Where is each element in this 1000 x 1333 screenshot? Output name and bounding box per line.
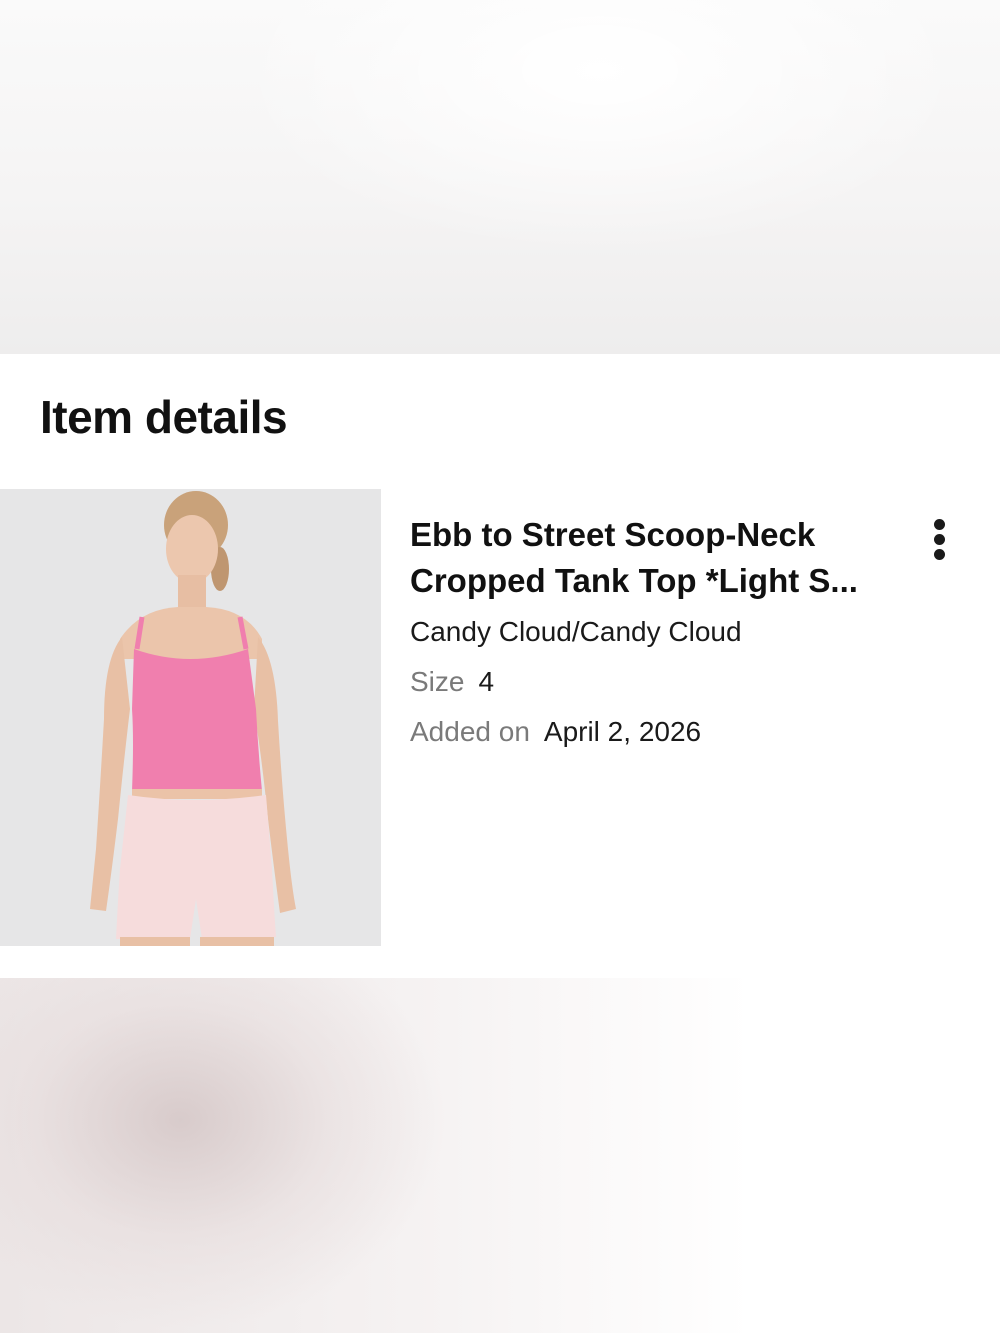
blurred-top-region bbox=[0, 0, 1000, 354]
section-title: Item details bbox=[40, 391, 288, 443]
product-color: Candy Cloud/Candy Cloud bbox=[410, 616, 742, 647]
more-dot bbox=[934, 549, 945, 560]
size-value: 4 bbox=[478, 666, 495, 697]
page: Item details Ebb to Street Scoop-Neck Cr… bbox=[0, 0, 1000, 1333]
more-vertical-icon[interactable] bbox=[922, 514, 958, 564]
item-details-section: Item details Ebb to Street Scoop-Neck Cr… bbox=[0, 354, 1000, 978]
item-details: Ebb to Street Scoop-Neck Cropped Tank To… bbox=[410, 512, 890, 748]
size-label: Size bbox=[410, 666, 465, 697]
size-row: Size 4 bbox=[410, 666, 890, 698]
product-image[interactable] bbox=[0, 489, 381, 946]
added-on-label: Added on bbox=[410, 716, 530, 747]
product-name[interactable]: Ebb to Street Scoop-Neck Cropped Tank To… bbox=[410, 512, 880, 604]
more-dot bbox=[934, 534, 945, 545]
product-photo bbox=[0, 489, 381, 946]
blurred-bottom-region bbox=[0, 978, 1000, 1333]
more-dot bbox=[934, 519, 945, 530]
added-on-value: April 2, 2026 bbox=[543, 716, 702, 747]
added-on-row: Added on April 2, 2026 bbox=[410, 716, 890, 748]
